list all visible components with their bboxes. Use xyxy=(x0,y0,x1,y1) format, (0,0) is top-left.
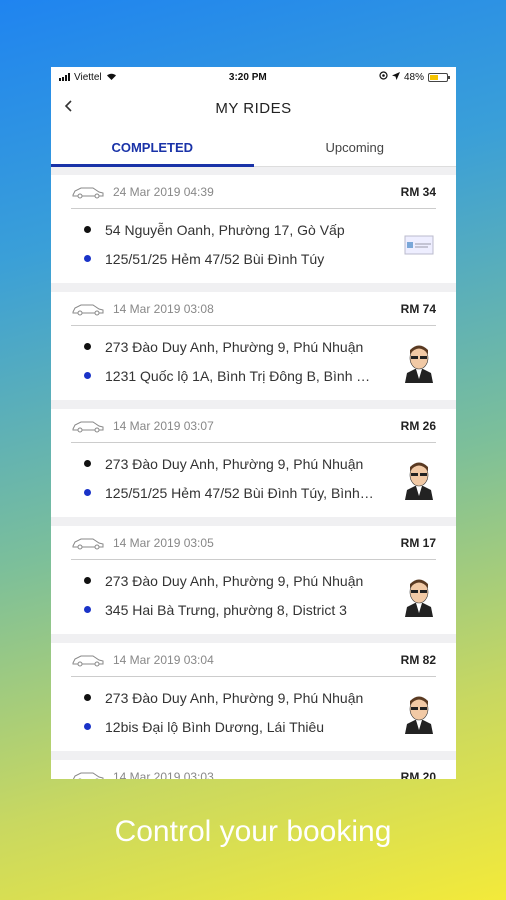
ride-price: RM 82 xyxy=(400,652,436,667)
car-icon xyxy=(72,655,104,666)
signal-icon xyxy=(59,73,70,81)
car-icon xyxy=(72,187,104,198)
status-time: 3:20 PM xyxy=(228,71,267,83)
pickup-address: 273 Đào Duy Anh, Phường 9, Phú Nhuận xyxy=(105,572,364,589)
ride-tabs: COMPLETED Upcoming xyxy=(51,129,456,167)
dropoff-address: 12bis Đại lộ Bình Dương, Lái Thiêu xyxy=(105,718,325,735)
tab-upcoming[interactable]: Upcoming xyxy=(254,129,457,166)
placeholder-image-icon xyxy=(404,235,434,255)
ride-card[interactable]: 14 Mar 2019 03:08 RM 74 273 Đào Duy Anh,… xyxy=(51,292,456,400)
ride-card[interactable]: 24 Mar 2019 04:39 RM 34 54 Nguyễn Oanh, … xyxy=(51,175,456,283)
pickup-address: 54 Nguyễn Oanh, Phường 17, Gò Vấp xyxy=(105,221,345,238)
pickup-address: 273 Đào Duy Anh, Phường 9, Phú Nhuận xyxy=(105,338,364,355)
dropoff-dot-icon xyxy=(84,489,91,496)
tab-completed[interactable]: COMPLETED xyxy=(51,129,254,167)
driver-avatar-icon xyxy=(405,579,433,617)
dropoff-address: 125/51/25 Hẻm 47/52 Bùi Đình Túy, Bình T… xyxy=(105,484,375,501)
status-bar: Viettel 3:20 PM 48% xyxy=(51,67,456,87)
lock-rotation-icon xyxy=(379,71,388,83)
app-header: MY RIDES xyxy=(51,87,456,129)
battery-icon xyxy=(428,72,450,82)
ride-price: RM 20 xyxy=(400,770,436,779)
car-icon xyxy=(72,421,104,432)
dropoff-dot-icon xyxy=(84,606,91,613)
pickup-address: 273 Đào Duy Anh, Phường 9, Phú Nhuận xyxy=(105,455,364,472)
ride-price: RM 34 xyxy=(400,184,436,199)
ride-price: RM 17 xyxy=(400,535,436,550)
ride-date: 14 Mar 2019 03:08 xyxy=(113,301,214,316)
ride-price: RM 74 xyxy=(400,301,436,316)
location-icon xyxy=(391,71,400,83)
driver-avatar-icon xyxy=(405,345,433,383)
dropoff-address: 1231 Quốc lộ 1A, Bình Trị Đông B, Bình T… xyxy=(105,367,375,384)
ride-date: 14 Mar 2019 03:03 xyxy=(113,770,214,779)
pickup-dot-icon xyxy=(84,694,91,701)
ride-card[interactable]: 14 Mar 2019 03:07 RM 26 273 Đào Duy Anh,… xyxy=(51,409,456,517)
ride-date: 14 Mar 2019 03:05 xyxy=(113,535,214,550)
pickup-dot-icon xyxy=(84,577,91,584)
back-chevron-icon[interactable] xyxy=(63,97,83,117)
ride-card[interactable]: 14 Mar 2019 03:04 RM 82 273 Đào Duy Anh,… xyxy=(51,643,456,751)
pickup-address: 273 Đào Duy Anh, Phường 9, Phú Nhuận xyxy=(105,689,364,706)
dropoff-dot-icon xyxy=(84,723,91,730)
pickup-dot-icon xyxy=(84,343,91,350)
carrier-name: Viettel xyxy=(74,71,102,83)
ride-date: 14 Mar 2019 03:04 xyxy=(113,652,214,667)
phone-screen: Viettel 3:20 PM 48% MY RIDES COMPLETED U… xyxy=(51,67,456,779)
page-title: MY RIDES xyxy=(215,99,292,117)
promo-caption: Control your booking xyxy=(114,815,392,848)
pickup-dot-icon xyxy=(84,460,91,467)
ride-date: 24 Mar 2019 04:39 xyxy=(113,184,214,199)
driver-avatar-icon xyxy=(405,462,433,500)
car-icon xyxy=(72,772,104,779)
ride-card[interactable]: 14 Mar 2019 03:05 RM 17 273 Đào Duy Anh,… xyxy=(51,526,456,634)
battery-percent: 48% xyxy=(403,71,424,83)
wifi-icon xyxy=(106,72,117,83)
pickup-dot-icon xyxy=(84,226,91,233)
dropoff-dot-icon xyxy=(84,372,91,379)
car-icon xyxy=(72,304,104,315)
rides-list: 24 Mar 2019 04:39 RM 34 54 Nguyễn Oanh, … xyxy=(51,167,456,779)
ride-date: 14 Mar 2019 03:07 xyxy=(113,418,214,433)
dropoff-address: 125/51/25 Hẻm 47/52 Bùi Đình Túy xyxy=(105,250,325,267)
dropoff-dot-icon xyxy=(84,255,91,262)
car-icon xyxy=(72,538,104,549)
ride-card[interactable]: 14 Mar 2019 03:03 RM 20 xyxy=(51,760,456,779)
ride-price: RM 26 xyxy=(400,418,436,433)
driver-avatar-icon xyxy=(405,696,433,734)
dropoff-address: 345 Hai Bà Trưng, phường 8, District 3 xyxy=(105,601,347,618)
